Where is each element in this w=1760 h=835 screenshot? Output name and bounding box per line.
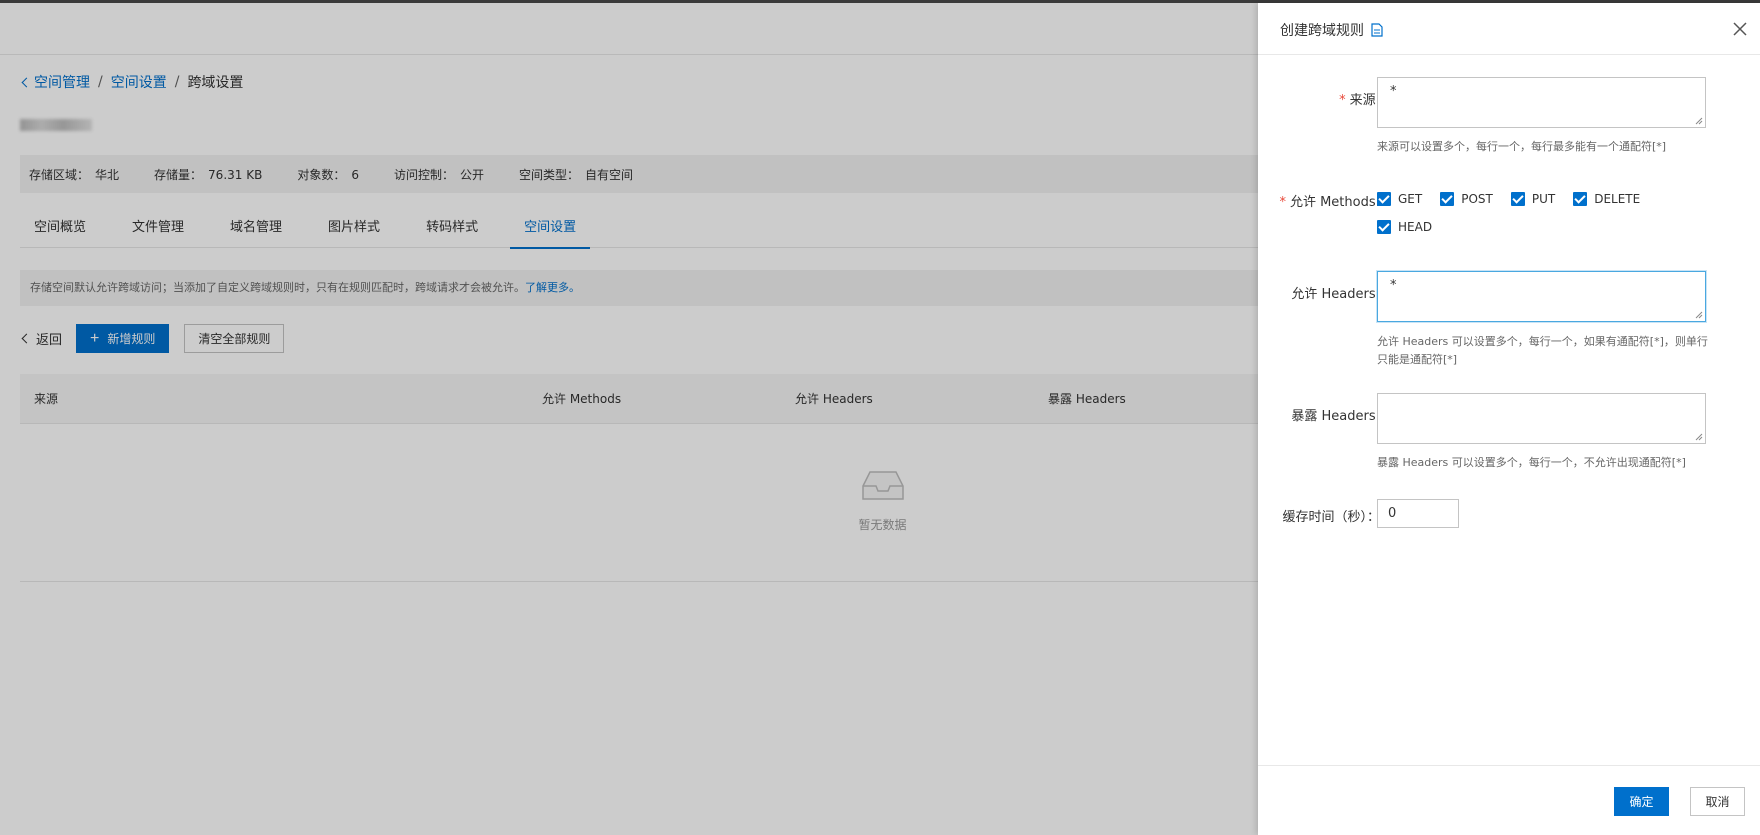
cache-time-input[interactable]: 0 [1377, 499, 1459, 528]
resize-grip-icon[interactable] [1695, 311, 1703, 319]
create-cors-rule-drawer: 创建跨域规则 * 来源: * 来源可以设置多个，每行一个，每行最多能有一个通配符[… [1258, 3, 1760, 835]
cache-time-label: 缓存时间（秒）： [1282, 510, 1380, 525]
document-icon[interactable] [1371, 23, 1383, 37]
method-get-checkbox[interactable]: GET [1377, 192, 1422, 206]
cancel-button[interactable]: 取消 [1690, 787, 1745, 816]
expose-headers-hint: 暴露 Headers 可以设置多个，每行一个，不允许出现通配符[*] [1377, 456, 1686, 469]
methods-label: * 允许 Methods: [1279, 195, 1380, 210]
method-head-checkbox[interactable]: HEAD [1377, 220, 1432, 234]
close-icon[interactable] [1732, 21, 1748, 37]
confirm-button[interactable]: 确定 [1614, 787, 1669, 816]
expose-headers-label: 暴露 Headers: [1291, 409, 1380, 424]
origin-label: * 来源: [1339, 93, 1380, 108]
origin-hint: 来源可以设置多个，每行一个，每行最多能有一个通配符[*] [1377, 140, 1667, 153]
resize-grip-icon[interactable] [1695, 117, 1703, 125]
checkbox-checked-icon [1573, 192, 1588, 206]
method-post-checkbox[interactable]: POST [1440, 192, 1493, 206]
methods-checkbox-group: GET POST PUT DELETE HEAD [1377, 192, 1717, 234]
resize-grip-icon[interactable] [1695, 433, 1703, 441]
checkbox-checked-icon [1377, 192, 1391, 206]
method-put-checkbox[interactable]: PUT [1510, 192, 1555, 206]
drawer-title-text: 创建跨域规则 [1280, 23, 1364, 39]
drawer-header: 创建跨域规则 [1258, 3, 1760, 55]
allow-headers-textarea[interactable]: * [1377, 271, 1706, 322]
checkbox-checked-icon [1377, 220, 1391, 234]
checkbox-checked-icon [1510, 192, 1525, 206]
origin-textarea[interactable]: * [1377, 77, 1706, 128]
allow-headers-value: * [1390, 278, 1397, 293]
checkbox-checked-icon [1440, 192, 1455, 206]
expose-headers-textarea[interactable] [1377, 393, 1706, 444]
drawer-footer: 确定 取消 [1258, 765, 1760, 835]
origin-value: * [1390, 84, 1397, 99]
method-delete-checkbox[interactable]: DELETE [1573, 192, 1640, 206]
allow-headers-hint: 允许 Headers 可以设置多个，每行一个，如果有通配符[*]，则单行只能是通… [1377, 335, 1708, 366]
drawer-title: 创建跨域规则 [1280, 20, 1383, 40]
allow-headers-label: 允许 Headers: [1291, 287, 1380, 302]
